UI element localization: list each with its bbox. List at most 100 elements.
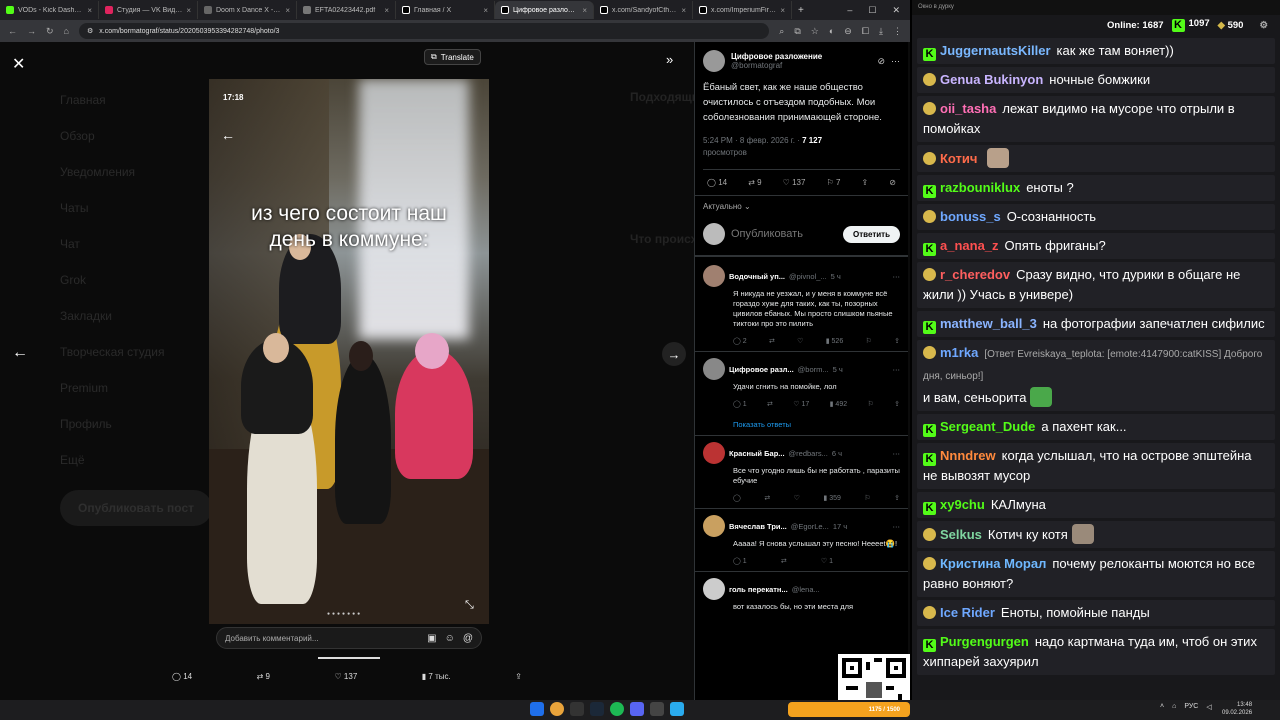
minimize-icon[interactable]: – (847, 5, 852, 16)
mention-icon[interactable]: @ (463, 633, 473, 644)
grok-icon[interactable]: ⊘ (877, 56, 885, 67)
like-action[interactable]: ♡ 1 (821, 557, 833, 565)
clock[interactable]: 13:48 09.02.2026 (1222, 701, 1252, 717)
reply-action[interactable]: ◯ 14 (172, 672, 192, 681)
show-replies-link[interactable]: Показать ответы (733, 420, 900, 429)
close-viewer-icon[interactable]: ✕ (12, 54, 25, 74)
repost-icon[interactable]: ⇄ (769, 337, 775, 345)
close-icon[interactable]: × (384, 6, 389, 15)
extension-icon[interactable]: ◐ (829, 26, 834, 37)
back-icon[interactable]: ← (8, 26, 17, 36)
tab-doom[interactable]: Doom x Dance X - live...× (198, 1, 297, 19)
file-explorer-icon[interactable] (570, 702, 584, 716)
share-icon[interactable]: ⇪ (515, 672, 522, 681)
discord-icon[interactable] (630, 702, 644, 716)
more-icon[interactable]: ⋯ (893, 365, 901, 374)
translate-icon[interactable]: ⧉ (794, 26, 800, 37)
reply-item[interactable]: Красный Бар... @redbars... 6 ч ⋯ Все что… (695, 435, 908, 508)
tab-x-imperium[interactable]: x.com/ImperiumFirst/st... × (693, 1, 792, 19)
search-icon[interactable]: ⌕ (779, 26, 784, 37)
tab-pdf[interactable]: EFTA02423442.pdf × (297, 1, 396, 19)
repost-icon[interactable]: ⇄ (764, 494, 770, 502)
chat-username[interactable]: Sergeant_Dude (940, 419, 1035, 434)
tab-x-home[interactable]: Главная / X × (396, 1, 495, 19)
reply-author[interactable]: Водочный уп... (729, 272, 785, 281)
tab-x-sandy[interactable]: x.com/SandyofCthulh... × (594, 1, 693, 19)
like-action[interactable]: ♡ 137 (783, 178, 806, 187)
more-icon[interactable]: ⋯ (893, 272, 901, 281)
heart-icon[interactable]: ♡ (794, 494, 800, 502)
chat-username[interactable]: m1rka (940, 345, 978, 360)
share-icon[interactable]: ⇪ (861, 178, 868, 187)
chat-username[interactable]: razbouniklux (940, 180, 1020, 195)
chat-username[interactable]: a_nana_z (940, 238, 999, 253)
close-icon[interactable]: × (483, 6, 488, 15)
extensions-icon[interactable]: ⧠ (862, 26, 869, 37)
avatar[interactable] (703, 442, 725, 464)
bookmark-icon[interactable]: ⚐ (864, 494, 870, 502)
close-icon[interactable]: × (186, 6, 191, 15)
spotify-icon[interactable] (610, 702, 624, 716)
translate-button[interactable]: ⧉ Translate (424, 49, 481, 65)
sort-dropdown[interactable]: Актуально ⌄ (695, 195, 908, 211)
chat-username[interactable]: Purgengurgen (940, 634, 1029, 649)
like-action[interactable]: ♡ 17 (793, 400, 809, 408)
reload-icon[interactable]: ↻ (46, 26, 54, 37)
reply-item[interactable]: Водочный уп... @pivnol_... 5 ч ⋯ Я никуд… (695, 256, 908, 351)
menu-icon[interactable]: ⋮ (893, 26, 902, 37)
chrome-icon[interactable] (550, 702, 564, 716)
avatar[interactable] (703, 578, 725, 600)
more-icon[interactable]: ⋯ (893, 522, 901, 531)
reply-item[interactable]: Цифровое разл... @borm... 5 ч ⋯ Удачи сг… (695, 351, 908, 435)
tab-x-post[interactable]: Цифровое разложени... × (495, 1, 594, 19)
avatar[interactable] (703, 265, 725, 287)
reply-icon[interactable]: ◯ (733, 494, 741, 502)
like-action[interactable]: ♡ 137 (335, 672, 358, 681)
chat-username[interactable]: Ice Rider (940, 605, 995, 620)
repost-icon[interactable]: ⇄ (767, 400, 773, 408)
star-icon[interactable]: ☆ (811, 26, 819, 37)
more-icon[interactable]: ⋯ (893, 449, 901, 458)
tweet-time[interactable]: 5:24 PM · 8 февр. 2026 г. · (703, 136, 800, 145)
tray-chevron-icon[interactable]: ˄ (1160, 703, 1164, 711)
chat-username[interactable]: Кристина Морал (940, 556, 1046, 571)
reply-action[interactable]: ◯ 1 (733, 557, 747, 565)
share-icon[interactable]: ⇪ (894, 494, 900, 502)
bookmark-icon[interactable]: ⚐ (867, 400, 873, 408)
emoji-icon[interactable]: ☺ (445, 633, 455, 644)
maximize-icon[interactable]: ☐ (868, 5, 876, 16)
close-icon[interactable]: × (87, 6, 92, 15)
telegram-icon[interactable] (670, 702, 684, 716)
chat-username[interactable]: JuggernautsKiller (940, 43, 1051, 58)
bookmark-icon[interactable]: ⚐ (866, 337, 872, 345)
repost-icon[interactable]: ⇄ (781, 557, 787, 565)
reply-author[interactable]: Красный Бар... (729, 449, 785, 458)
forward-icon[interactable]: → (27, 26, 36, 36)
reply-item[interactable]: Вячеслав Три... @EgorLe... 17 ч ⋯ Ааааа!… (695, 508, 908, 571)
close-icon[interactable]: × (681, 6, 686, 15)
reply-action[interactable]: ◯ 2 (733, 337, 747, 345)
author-name[interactable]: Цифровое разложение (731, 52, 871, 61)
views-action[interactable]: ▮ 359 (823, 494, 840, 502)
repost-action[interactable]: ⇄ 9 (748, 178, 761, 187)
views-action[interactable]: ▮ 7 тыс. (422, 672, 451, 681)
chat-username[interactable]: Nnndrew (940, 448, 996, 463)
more-icon[interactable]: ⋯ (891, 56, 900, 67)
chat-username[interactable]: bonuss_s (940, 209, 1001, 224)
repost-action[interactable]: ⇄ 9 (257, 672, 270, 681)
new-tab-button[interactable]: + (792, 5, 810, 16)
chat-username[interactable]: matthew_ball_3 (940, 316, 1037, 331)
grok-icon[interactable]: ⊘ (889, 178, 896, 187)
site-info-icon[interactable]: ⚙ (87, 27, 93, 35)
heart-icon[interactable]: ♡ (797, 337, 803, 345)
chat-username[interactable]: xy9chu (940, 497, 985, 512)
chat-username[interactable]: r_cheredov (940, 267, 1010, 282)
next-photo-icon[interactable]: → (662, 342, 686, 366)
block-icon[interactable]: ⊖ (844, 26, 852, 37)
share-icon[interactable]: ⇪ (894, 400, 900, 408)
chat-username[interactable]: oii_tasha (940, 101, 996, 116)
download-icon[interactable]: ⤓ (879, 26, 883, 37)
volume-icon[interactable]: ◁ (1206, 703, 1211, 711)
reply-author[interactable]: Цифровое разл... (729, 365, 794, 374)
share-icon[interactable]: ⇪ (894, 337, 900, 345)
